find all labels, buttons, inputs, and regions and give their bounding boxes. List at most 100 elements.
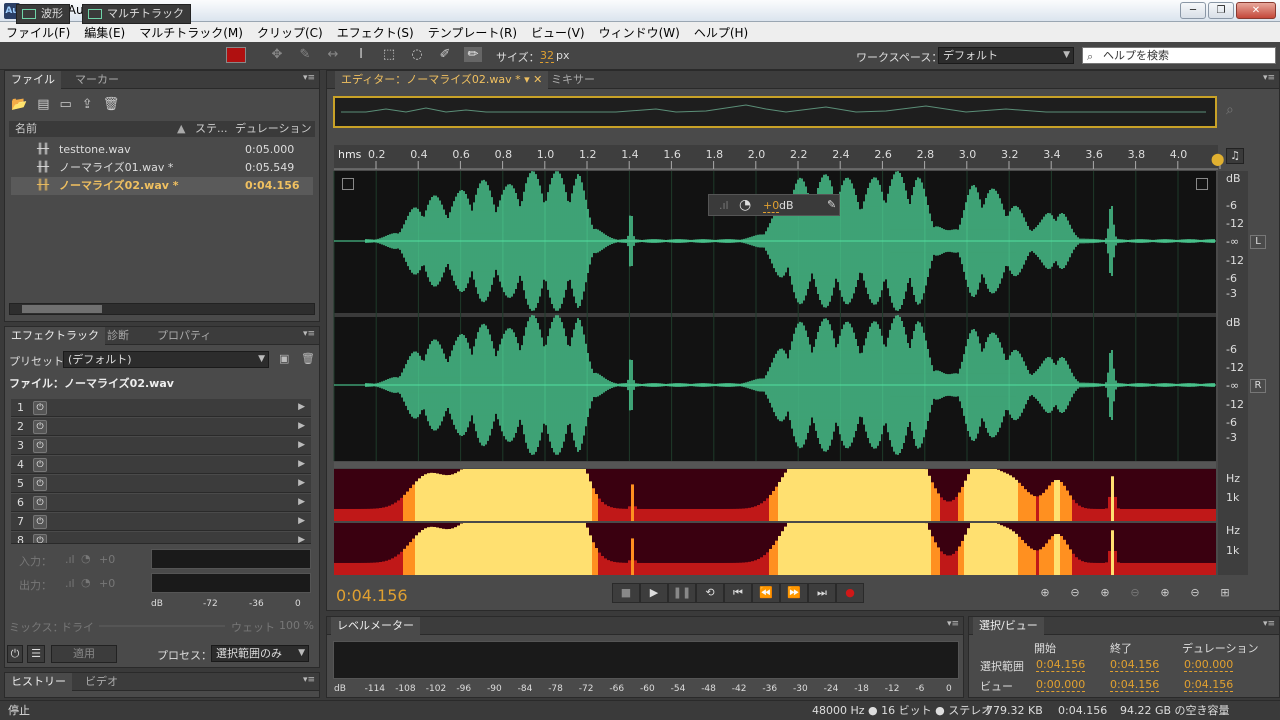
view-end-field[interactable]: 0:04.156 [1110,678,1160,692]
time-selection-tool-icon[interactable]: I [352,47,370,62]
move-tool-icon[interactable]: ✥ [268,47,286,62]
save-preset-icon[interactable]: ▣ [279,352,289,365]
slot-arrow-icon[interactable]: ▶ [298,535,305,543]
help-search-input[interactable]: ⌕ ヘルプを検索 [1082,47,1276,64]
effect-slot[interactable]: 4 ⏻ ▶ [11,456,311,474]
menu-window[interactable]: ウィンドウ(W) [599,24,680,41]
open-folder-icon[interactable]: 📂 [11,97,27,112]
trash-icon[interactable]: 🗑 [103,97,120,112]
power-icon[interactable]: ⏻ [33,496,47,510]
tab-markers[interactable]: マーカー [69,71,125,89]
record-mode-button[interactable] [226,47,246,63]
workspace-select[interactable]: デフォルト ▼ [938,47,1074,64]
mix-slider[interactable] [99,625,225,627]
zoom-selection-icon[interactable]: ⊞ [1214,586,1236,599]
minimize-button[interactable]: ─ [1180,2,1206,19]
slip-tool-icon[interactable]: ↔ [324,47,342,62]
effect-slot[interactable]: 7 ⏻ ▶ [11,513,311,531]
menu-template[interactable]: テンプレート(R) [428,24,517,41]
power-icon[interactable]: ⏻ [33,458,47,472]
file-row-selected[interactable]: ╫╫ ノーマライズ02.wav * 0:04.156 [11,177,313,195]
file-row[interactable]: ╫╫ testtone.wav 0:05.000 [11,141,313,159]
channel-left-toggle[interactable]: L [1250,235,1266,249]
pause-button[interactable]: ❚❚ [668,583,696,603]
effect-slot[interactable]: 1 ⏻ ▶ [11,399,311,417]
menu-clip[interactable]: クリップ(C) [257,24,323,41]
slot-arrow-icon[interactable]: ▶ [298,440,305,450]
selection-end-field[interactable]: 0:04.156 [1110,658,1160,672]
new-file-icon[interactable]: ▭ [59,97,71,112]
mix-value[interactable]: 100 % [279,619,314,632]
waveform-display[interactable] [326,95,1280,585]
tab-video[interactable]: ビデオ [79,673,124,691]
stop-button[interactable]: ■ [612,583,640,603]
hud-gain-value[interactable]: +0 [763,199,780,213]
panel-menu-icon[interactable]: ▾≡ [303,329,315,339]
go-to-start-button[interactable]: ⏮ [724,583,752,603]
slot-arrow-icon[interactable]: ▶ [298,478,305,488]
size-value[interactable]: 32 [540,49,554,63]
panel-menu-icon[interactable]: ▾≡ [1263,73,1275,83]
power-icon[interactable]: ⏻ [33,477,47,491]
panel-menu-icon[interactable]: ▾≡ [1263,619,1275,629]
waveform-view-button[interactable]: 波形 [16,4,70,24]
headphones-icon[interactable]: ♫ [1226,148,1244,164]
tab-mixer[interactable]: ミキサー [545,71,601,89]
loop-button[interactable]: ⟲ [696,583,724,603]
go-to-end-button[interactable]: ⏭ [808,583,836,603]
slot-arrow-icon[interactable]: ▶ [298,459,305,469]
view-duration-field[interactable]: 0:04.156 [1184,678,1234,692]
lasso-tool-icon[interactable]: ◌ [408,47,426,62]
tab-properties[interactable]: プロパティ [151,327,217,345]
menu-view[interactable]: ビュー(V) [531,24,585,41]
zoom-out-amplitude-icon[interactable]: ⊖ [1064,586,1086,599]
file-row[interactable]: ╫╫ ノーマライズ01.wav * 0:05.549 [11,159,313,177]
effect-slot[interactable]: 6 ⏻ ▶ [11,494,311,512]
hud-knob-icon[interactable]: ◔ [739,197,751,213]
list-view-icon[interactable]: ☰ [27,645,45,663]
playhead-marker-icon[interactable]: ⬤ [1211,152,1224,166]
tab-files[interactable]: ファイル [5,71,61,89]
zoom-out-point-icon[interactable]: ⊖ [1184,586,1206,599]
panel-menu-icon[interactable]: ▾≡ [303,73,315,83]
file-list-scrollbar[interactable] [9,303,315,315]
hud-volume[interactable]: .ıl ◔ +0 dB ✎ [708,194,840,216]
tab-level-meter[interactable]: レベルメーター [331,617,420,635]
menu-multitrack[interactable]: マルチトラック(M) [139,24,243,41]
fade-in-handle-icon[interactable] [342,178,354,190]
record-button[interactable]: ● [836,583,864,603]
zoom-in-point-icon[interactable]: ⊕ [1154,586,1176,599]
brush-tool-icon[interactable]: ✐ [436,47,454,62]
tab-diagnostics[interactable]: 診断 [101,327,135,345]
tab-history[interactable]: ヒストリー [5,673,72,691]
panel-menu-icon[interactable]: ▾≡ [303,675,315,685]
scrollbar-thumb[interactable] [22,305,102,313]
input-knob-icon[interactable]: ◔ [81,552,91,565]
selection-start-field[interactable]: 0:04.156 [1036,658,1086,672]
apply-button[interactable]: 適用 [51,645,117,663]
power-icon[interactable]: ⏻ [7,645,23,663]
menu-edit[interactable]: 編集(E) [84,24,125,41]
tab-editor[interactable]: エディター：ノーマライズ02.wav * ▾ ✕ [335,71,549,89]
effect-slot[interactable]: 2 ⏻ ▶ [11,418,311,436]
power-icon[interactable]: ⏻ [33,401,47,415]
power-icon[interactable]: ⏻ [33,515,47,529]
fast-forward-button[interactable]: ⏩ [780,583,808,603]
output-knob-icon[interactable]: ◔ [81,576,91,589]
menu-help[interactable]: ヘルプ(H) [694,24,748,41]
output-gain-value[interactable]: +0 [99,577,115,590]
input-gain-value[interactable]: +0 [99,553,115,566]
menu-effects[interactable]: エフェクト(S) [337,24,414,41]
effect-slot[interactable]: 3 ⏻ ▶ [11,437,311,455]
delete-preset-icon[interactable]: 🗑 [301,352,315,365]
maximize-button[interactable]: ❐ [1208,2,1234,19]
close-button[interactable]: ✕ [1236,2,1276,19]
view-start-field[interactable]: 0:00.000 [1036,678,1086,692]
slot-arrow-icon[interactable]: ▶ [298,497,305,507]
multitrack-view-button[interactable]: マルチトラック [82,4,191,24]
current-time-display[interactable]: 0:04.156 [336,586,408,605]
channel-right-toggle[interactable]: R [1250,379,1266,393]
power-icon[interactable]: ⏻ [33,439,47,453]
power-icon[interactable]: ⏻ [33,534,47,543]
razor-tool-icon[interactable]: ✎ [296,47,314,62]
